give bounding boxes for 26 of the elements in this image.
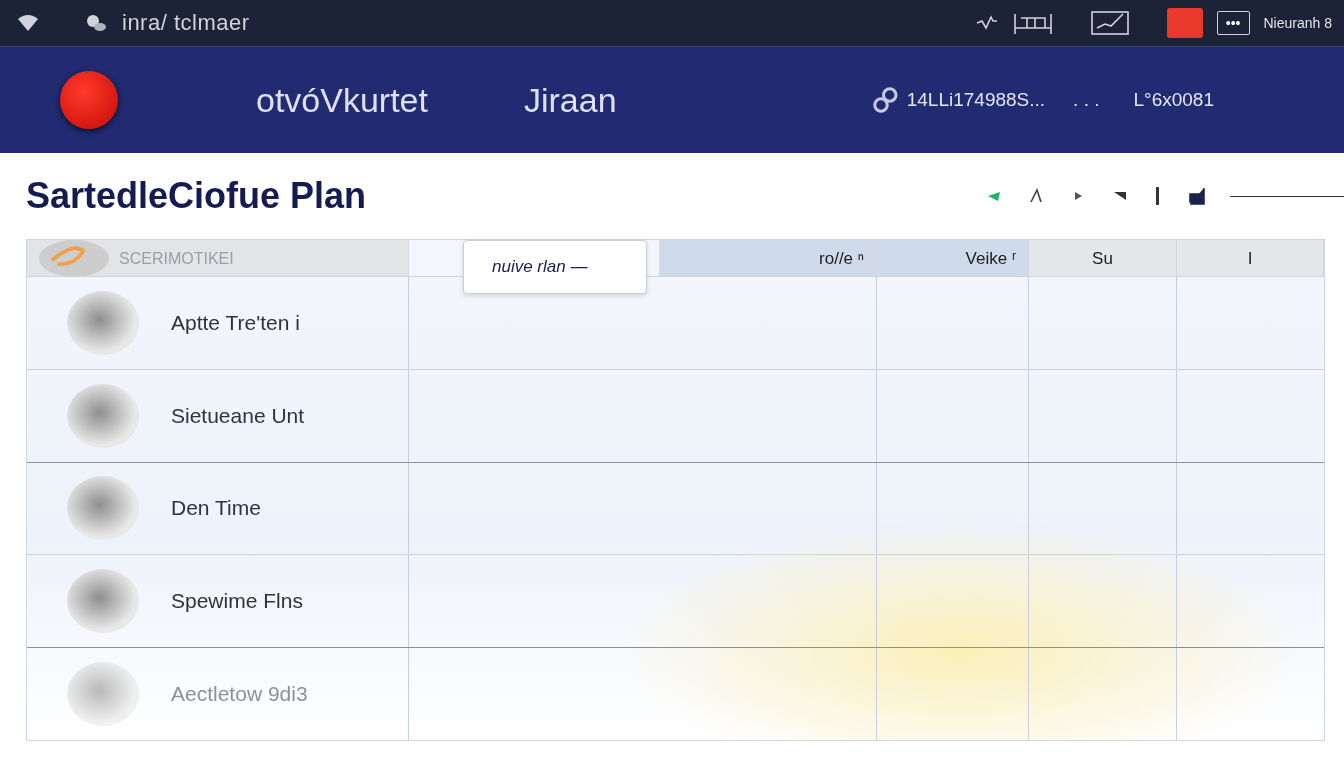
brand-name: otvóVkurtet	[256, 80, 428, 120]
code-text: 14LLi174988S...	[906, 89, 1046, 111]
page-title: SartedleCiofue Plan	[26, 175, 367, 217]
row-name: Spewime Flns	[171, 589, 303, 614]
separator-dots: . . .	[1073, 89, 1100, 111]
record-dot	[60, 71, 118, 129]
id-text: L°6x0081	[1133, 89, 1214, 111]
user-name: Nieuranh 8	[1263, 15, 1332, 31]
status-block	[1166, 8, 1203, 38]
chart-icon[interactable]	[1090, 10, 1129, 36]
bar-icon[interactable]	[1154, 186, 1162, 206]
section-title: Jiraan	[524, 80, 617, 120]
column-header[interactable]: I	[1177, 240, 1324, 277]
column-header: SCERIMOTIKEI	[119, 249, 234, 268]
row-name: Aectletow 9di3	[171, 682, 308, 707]
app-title: inra/ tclmaer	[122, 10, 250, 36]
caret-up-icon[interactable]	[1028, 188, 1044, 204]
ribbon-icon	[39, 240, 109, 277]
row-name: Den Time	[171, 496, 261, 521]
more-button[interactable]: •••	[1216, 11, 1250, 35]
column-header[interactable]: ro//e ⁿ	[659, 240, 877, 277]
row-name: Sietueane Unt	[171, 403, 305, 428]
column-header[interactable]: Veike ʳ	[877, 240, 1029, 277]
column-header[interactable]: Su	[1029, 240, 1177, 277]
row-name: Aptte Tre'ten i	[171, 310, 300, 335]
plan-tab[interactable]: nuive rlan —	[463, 239, 647, 294]
